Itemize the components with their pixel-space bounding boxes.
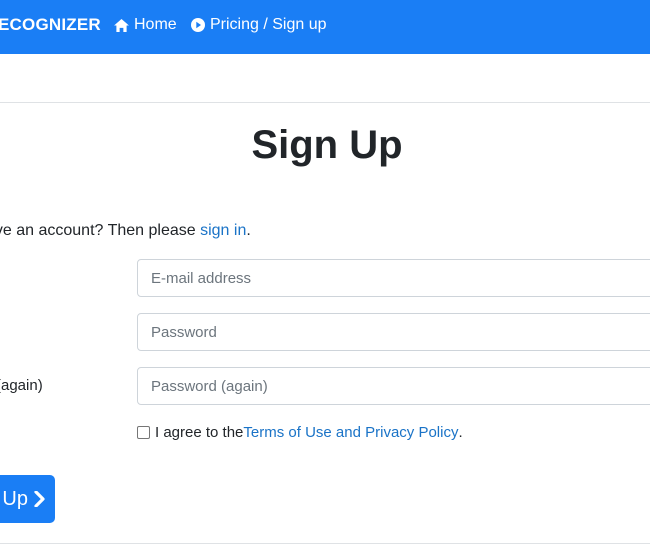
sign-in-link[interactable]: sign in bbox=[200, 222, 246, 239]
nav-pricing-label: Pricing / Sign up bbox=[210, 16, 327, 33]
terms-link[interactable]: Terms of Use and Privacy Policy bbox=[243, 424, 458, 441]
top-navbar: ECOGNIZER Home Pricing / Sign up bbox=[0, 0, 650, 54]
nav-pricing-link[interactable]: Pricing / Sign up bbox=[191, 16, 327, 34]
page-title: Sign Up bbox=[251, 123, 403, 167]
brand-logo-text[interactable]: ECOGNIZER bbox=[0, 15, 101, 35]
play-circle-icon bbox=[191, 18, 205, 32]
divider-bottom bbox=[0, 543, 650, 544]
password-again-field[interactable] bbox=[137, 367, 650, 405]
signin-prompt-suffix: . bbox=[246, 222, 251, 239]
signin-prompt-text: ave an account? Then please bbox=[0, 222, 201, 239]
sign-up-button[interactable]: Up bbox=[0, 475, 55, 523]
nav-home-label: Home bbox=[134, 16, 177, 33]
terms-checkbox[interactable] bbox=[137, 426, 150, 439]
chevron-right-icon bbox=[34, 491, 45, 507]
terms-suffix: . bbox=[458, 424, 463, 441]
sign-up-button-label: Up bbox=[2, 487, 28, 510]
terms-text: I agree to the bbox=[155, 424, 244, 441]
nav-home-link[interactable]: Home bbox=[114, 16, 177, 34]
terms-agreement: I agree to the Terms of Use and Privacy … bbox=[137, 424, 463, 441]
signin-prompt: ave an account? Then please sign in. bbox=[0, 222, 251, 240]
email-field[interactable] bbox=[137, 259, 650, 297]
divider-top bbox=[0, 102, 650, 103]
password-field[interactable] bbox=[137, 313, 650, 351]
home-icon bbox=[114, 18, 129, 32]
password-again-label: (again) bbox=[0, 377, 43, 394]
